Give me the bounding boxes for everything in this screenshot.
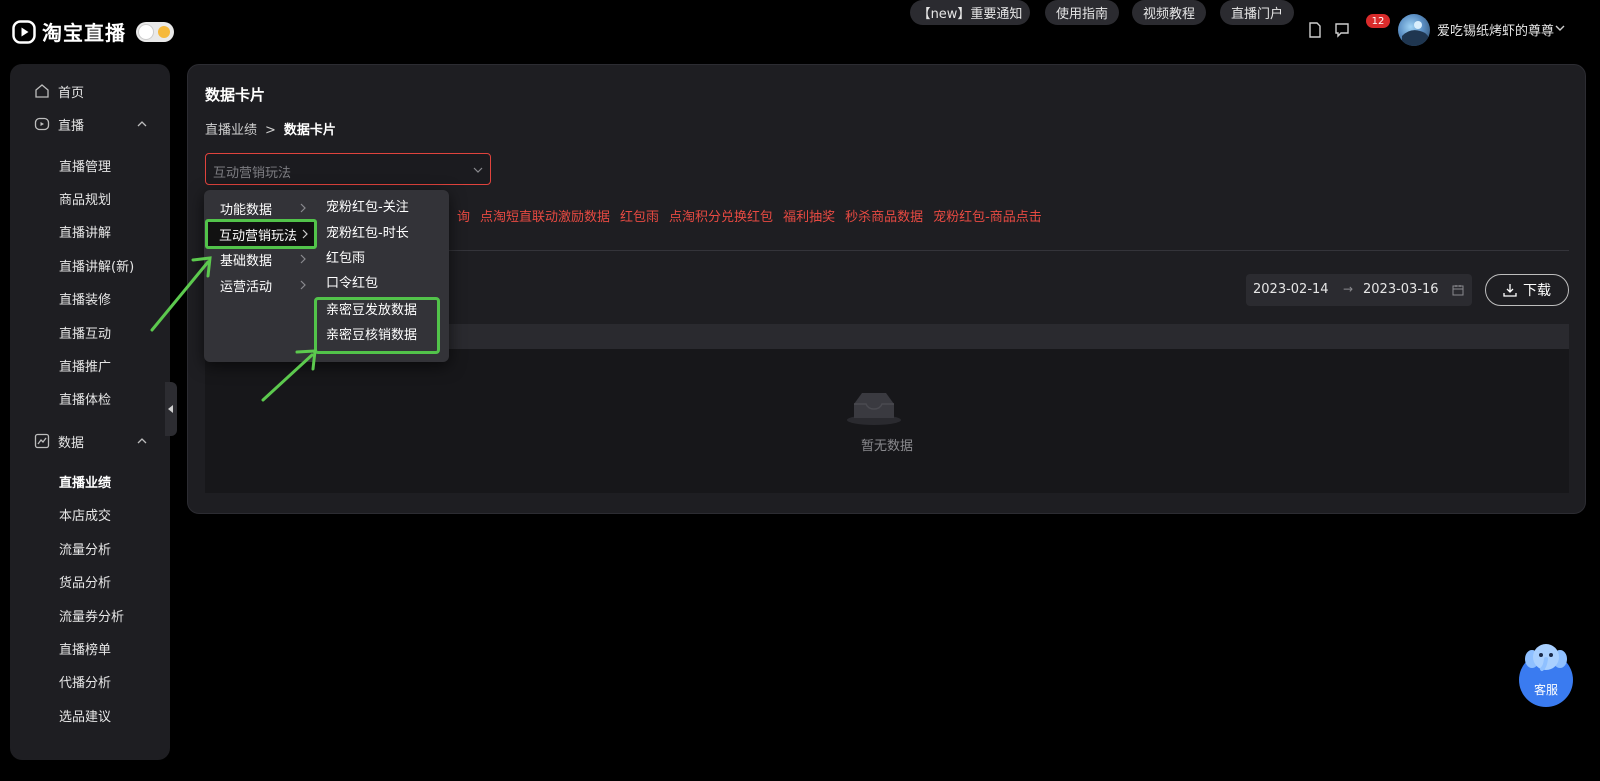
highlight-box [314,297,440,354]
username[interactable]: 爱吃锡纸烤虾的尊尊 [1437,20,1554,39]
chevron-right-icon [302,229,308,239]
live-play-icon [34,117,50,131]
option-label: 基础数据 [220,253,273,269]
sidebar-item-traffic-analysis[interactable]: 流量分析 [59,539,111,558]
message-icon[interactable] [1333,21,1351,39]
sidebar-item-goods-analysis[interactable]: 货品分析 [59,572,111,591]
breadcrumb: 直播业绩 > 数据卡片 [205,119,336,138]
cs-label: 客服 [1533,683,1558,697]
sidebar-item-product-plan[interactable]: 商品规划 [59,189,111,208]
sidebar-item-coupon-analysis[interactable]: 流量券分析 [59,606,124,625]
elephant-mascot-icon [1525,644,1567,671]
cascader-sub-option[interactable]: 宠粉红包-关注 [326,196,409,215]
sidebar-collapse-handle[interactable] [165,382,177,436]
user-guide-link[interactable]: 使用指南 [1045,0,1119,25]
sidebar-item-proxy-analysis[interactable]: 代播分析 [59,672,111,691]
cascader-option-function-data[interactable]: 功能数据 [204,196,314,220]
date-end[interactable]: 2023-03-16 [1363,282,1439,297]
chevron-right-icon [300,203,306,213]
sidebar-group-live[interactable]: 直播 [10,111,170,137]
play-logo-icon [12,19,36,44]
chevron-down-icon[interactable] [1554,22,1566,34]
sidebar-item-live-manage[interactable]: 直播管理 [59,156,111,175]
calendar-icon [1452,285,1464,296]
cascader-option-interactive-marketing[interactable]: 互动营销玩法 [205,219,317,249]
document-icon[interactable] [1306,21,1324,39]
card-tag[interactable]: 点淘短直联动激励数据 [480,210,610,225]
sidebar-group-label: 直播 [58,118,85,134]
download-label: 下载 [1523,283,1551,299]
date-start[interactable]: 2023-02-14 [1253,282,1329,297]
breadcrumb-parent[interactable]: 直播业绩 [205,123,257,138]
date-range-picker[interactable]: 2023-02-14 → 2023-03-16 [1246,274,1472,306]
sidebar-group-label: 数据 [58,435,85,451]
sidebar-item-selection-advice[interactable]: 选品建议 [59,706,111,725]
caret-left-icon [168,405,173,413]
sidebar-item-live-ranking[interactable]: 直播榜单 [59,639,111,658]
live-portal-link[interactable]: 直播门户 [1220,0,1294,25]
card-tag[interactable]: 点淘积分兑换红包 [669,210,773,225]
chevron-down-icon [473,167,483,173]
empty-inbox-icon [847,393,901,425]
empty-state-text: 暂无数据 [860,439,913,454]
theme-toggle[interactable] [136,21,174,42]
sidebar: 首页 直播 直播管理 商品规划 直播讲解 直播讲解(新) 直播装修 直播互动 直… [10,64,170,760]
sun-icon [158,25,170,38]
breadcrumb-current: 数据卡片 [283,123,336,138]
chevron-up-icon [137,438,147,444]
user-avatar[interactable] [1398,14,1430,46]
sidebar-item-store-deals[interactable]: 本店成交 [59,505,111,524]
sidebar-item-home[interactable]: 首页 [10,78,170,104]
video-tutorial-link[interactable]: 视频教程 [1132,0,1206,25]
breadcrumb-separator: > [265,123,276,138]
cascader-sub-option[interactable]: 口令红包 [326,272,378,291]
category-cascader-select[interactable]: 互动营销玩法 [205,153,491,185]
notification-badge: 12 [1366,14,1390,28]
chevron-right-icon [300,254,306,264]
cascader-option-basic-data[interactable]: 基础数据 [204,247,314,271]
sidebar-item-live-explain-new[interactable]: 直播讲解(新) [59,256,134,275]
card-tag[interactable]: 福利抽奖 [783,210,835,225]
logo[interactable]: 淘宝直播 [12,17,174,46]
card-tag[interactable]: 红包雨 [620,210,659,225]
avatar-image [1402,21,1428,46]
card-tag[interactable]: 秒杀商品数据 [845,210,923,225]
customer-service-button[interactable]: 客服 [1519,641,1573,707]
sidebar-group-data[interactable]: 数据 [10,428,170,454]
cascader-sub-option[interactable]: 红包雨 [326,247,365,266]
select-placeholder: 互动营销玩法 [213,166,292,181]
sidebar-item-live-performance[interactable]: 直播业绩 [59,472,111,491]
chevron-up-icon [137,121,147,127]
home-icon [35,84,49,98]
logo-text: 淘宝直播 [42,21,126,45]
card-tag[interactable]: 宠粉红包-商品点击 [933,210,1042,225]
sidebar-item-live-check[interactable]: 直播体检 [59,389,111,408]
download-icon [1503,284,1517,297]
card-tag-list: 询点淘短直联动激励数据 红包雨 点淘积分兑换红包 福利抽奖 秒杀商品数据 宠粉红包-商品点… [457,206,1052,225]
sidebar-item-live-promote[interactable]: 直播推广 [59,356,111,375]
option-label: 功能数据 [220,202,273,218]
cascader-dropdown: 功能数据 互动营销玩法 基础数据 运营活动 宠粉红包-关注 宠粉红包-时长 红包… [204,190,449,362]
chevron-right-icon [300,280,306,290]
sidebar-item-live-decor[interactable]: 直播装修 [59,289,111,308]
sidebar-item-live-explain[interactable]: 直播讲解 [59,222,111,241]
important-notice-link[interactable]: 【new】重要通知 [910,0,1030,25]
option-label: 运营活动 [220,279,273,295]
option-label: 互动营销玩法 [219,228,298,244]
download-button[interactable]: 下载 [1485,274,1569,306]
table-body: 暂无数据 [205,349,1569,493]
card-tag[interactable]: 询 [457,210,470,225]
date-separator: → [1343,282,1354,296]
sidebar-item-label: 首页 [58,85,85,101]
toggle-knob [138,23,154,40]
top-header: 淘宝直播 【new】重要通知 使用指南 视频教程 直播门户 12 爱吃锡纸烤虾的… [0,0,1600,60]
chart-icon [34,433,50,449]
cascader-option-operations[interactable]: 运营活动 [204,273,314,297]
cascader-sub-option[interactable]: 宠粉红包-时长 [326,222,409,241]
sidebar-item-live-interact[interactable]: 直播互动 [59,323,111,342]
page-title: 数据卡片 [205,86,266,104]
